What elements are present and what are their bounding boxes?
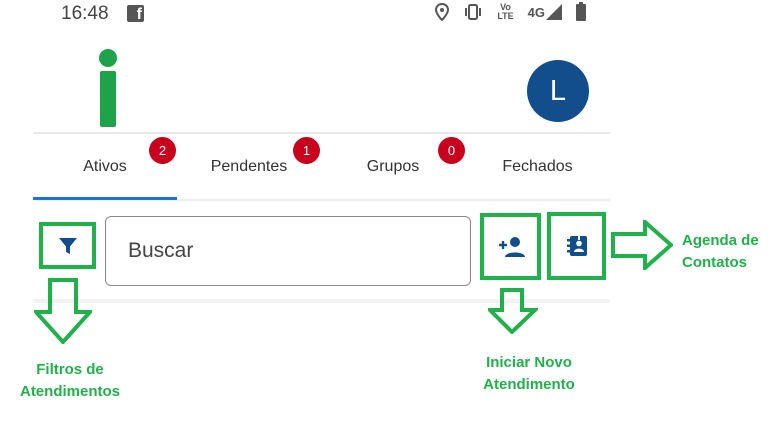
down-arrow-icon bbox=[488, 288, 538, 334]
tab-label: Pendentes bbox=[210, 158, 288, 175]
avatar-letter: L bbox=[549, 74, 567, 107]
tab-badge: 1 bbox=[293, 137, 320, 164]
facebook-notification-icon bbox=[127, 5, 144, 24]
network-type-label: 4G bbox=[527, 4, 545, 20]
down-arrow-icon bbox=[34, 278, 92, 344]
logo-dot bbox=[99, 49, 117, 67]
tab-label: Fechados bbox=[502, 158, 573, 175]
user-avatar[interactable]: L bbox=[527, 60, 589, 122]
tab-pendentes[interactable]: Pendentes 1 bbox=[177, 134, 321, 200]
person-add-icon bbox=[498, 236, 525, 257]
annotation-agenda: Agenda de Contatos bbox=[682, 232, 759, 271]
annotation-novo-atendimento: Iniciar Novo Atendimento bbox=[483, 354, 575, 393]
right-arrow-icon bbox=[611, 220, 673, 270]
app-logo bbox=[98, 49, 118, 129]
annotation-filtros: Filtros de Atendimentos bbox=[19, 361, 120, 400]
tab-label: Ativos bbox=[83, 158, 127, 175]
contacts-book-icon bbox=[566, 236, 587, 256]
volte-indicator: Vo LTE bbox=[497, 2, 514, 21]
battery-icon bbox=[576, 2, 586, 21]
vibrate-icon bbox=[465, 3, 482, 20]
contacts-agenda-button[interactable] bbox=[547, 212, 606, 280]
tab-ativos[interactable]: Ativos 2 bbox=[33, 134, 177, 200]
status-time: 16:48 bbox=[61, 3, 109, 24]
tab-grupos[interactable]: Grupos 0 bbox=[321, 134, 465, 200]
tab-badge: 2 bbox=[149, 137, 176, 164]
location-icon bbox=[435, 2, 450, 21]
tab-label: Grupos bbox=[366, 158, 420, 175]
signal-icon bbox=[546, 3, 562, 20]
filter-icon bbox=[58, 237, 77, 254]
new-conversation-button[interactable] bbox=[480, 213, 541, 280]
tab-badge: 0 bbox=[438, 137, 465, 164]
signal-group: 4G bbox=[527, 3, 562, 20]
tab-fechados[interactable]: Fechados bbox=[465, 134, 610, 200]
volte-bottom-label: LTE bbox=[497, 10, 514, 21]
status-icons: Vo LTE 4G bbox=[435, 2, 586, 21]
tab-bar: Ativos 2 Pendentes 1 Grupos 0 Fechados bbox=[33, 134, 610, 200]
logo-bar bbox=[100, 71, 116, 127]
active-tab-indicator bbox=[33, 197, 177, 200]
filter-button[interactable] bbox=[39, 222, 96, 269]
search-input[interactable] bbox=[105, 216, 471, 286]
